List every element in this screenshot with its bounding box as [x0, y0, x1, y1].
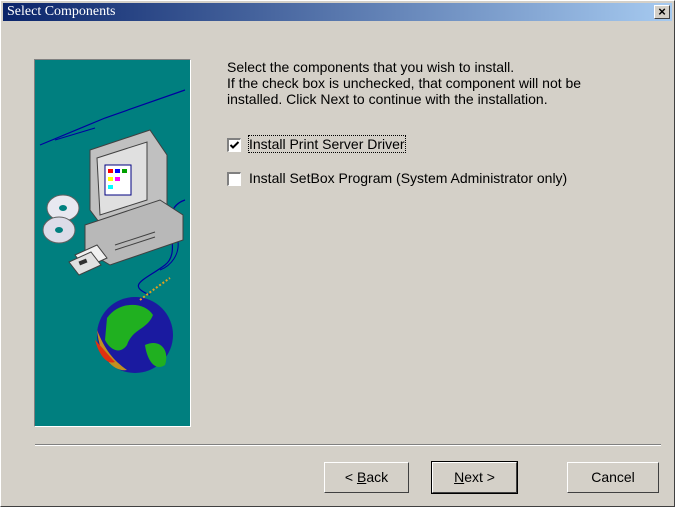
next-button[interactable]: Next >: [431, 461, 518, 494]
cancel-button[interactable]: Cancel: [567, 462, 659, 493]
setup-illustration: [34, 59, 191, 427]
cd-icon: [42, 194, 80, 244]
setbox-program-checkbox[interactable]: [227, 172, 241, 186]
instructions-text: Select the components that you wish to i…: [227, 59, 582, 107]
print-server-driver-label[interactable]: Install Print Server Driver: [248, 135, 406, 153]
illustration-art: [39, 89, 186, 373]
close-button[interactable]: ×: [654, 5, 670, 19]
checkmark-icon: [229, 141, 240, 149]
button-separator: [35, 444, 661, 446]
back-button[interactable]: < Back: [324, 462, 409, 493]
globe-icon: [95, 277, 173, 373]
setbox-program-label[interactable]: Install SetBox Program (System Administr…: [249, 170, 567, 186]
title-bar[interactable]: Select Components ×: [3, 3, 672, 21]
close-icon: ×: [658, 4, 666, 19]
window-title: Select Components: [7, 4, 116, 19]
print-server-driver-checkbox[interactable]: [227, 138, 241, 152]
computer-icon: [84, 129, 184, 266]
setup-dialog: Select Components × Select the component…: [0, 0, 675, 507]
